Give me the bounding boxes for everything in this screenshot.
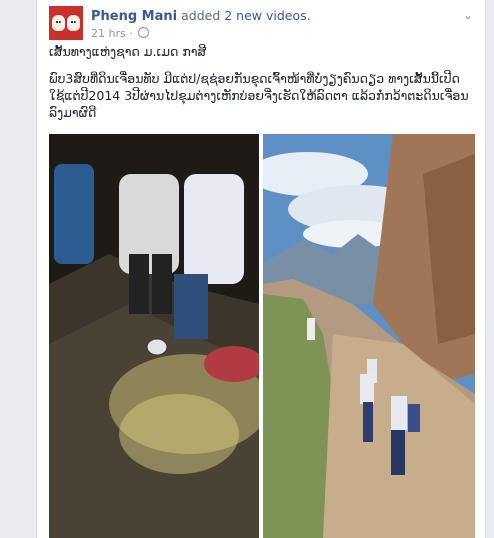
chevron-down-icon[interactable]: ⌄ [461, 8, 475, 22]
action-suffix: . [306, 8, 311, 23]
video-count-link[interactable]: 2 new videos [224, 8, 306, 23]
post-header: Pheng Mani added 2 new videos. [91, 8, 311, 24]
post-body: ພົບ3ສົບທີ່ດິນເຈື່ອນທັບ ມີແຕ່ປ/ຊຊ່ອຍກັນຂຸ… [49, 71, 469, 120]
avatar[interactable] [49, 6, 83, 40]
video-thumbnail[interactable] [263, 134, 475, 538]
video-thumbnail[interactable] [49, 134, 259, 538]
timestamp[interactable]: 21 hrs [91, 27, 126, 40]
post-meta: 21 hrs · [91, 27, 150, 40]
action-text: added [181, 8, 221, 23]
post-title: ເສັ້ນທາງແຫ່ງຊາດ ມ.ເມດ ກາສີ [49, 44, 207, 59]
mountain-road-scene [263, 134, 475, 538]
globe-icon [138, 27, 150, 38]
dog-figure [67, 15, 80, 31]
dog-figure [52, 15, 65, 31]
post-card: Pheng Mani added 2 new videos. 21 hrs · … [36, 0, 486, 538]
author-name[interactable]: Pheng Mani [91, 9, 177, 24]
separator: · [129, 27, 133, 40]
night-dig-scene [49, 134, 259, 538]
